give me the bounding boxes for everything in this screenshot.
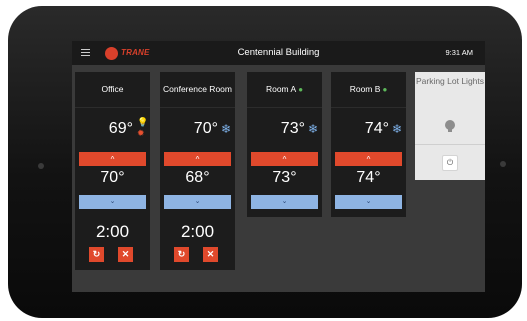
chevron-up-icon: ^ xyxy=(110,155,115,164)
room-name: Room A ● xyxy=(247,72,322,108)
chevron-down-icon: ⌄ xyxy=(194,198,201,205)
cancel-timer-button[interactable]: ✕ xyxy=(203,247,218,262)
chevron-down-icon: ⌄ xyxy=(109,198,116,205)
chevron-up-icon: ^ xyxy=(282,155,287,164)
side-sensor xyxy=(500,161,506,167)
current-temp: 69° 💡 ✹ xyxy=(75,108,150,148)
increase-setpoint-button[interactable]: ^ xyxy=(335,152,402,166)
current-temp-value: 70° xyxy=(193,120,218,137)
decrease-setpoint-button[interactable]: ⌄ xyxy=(79,195,146,209)
chevron-down-icon: ⌄ xyxy=(365,198,372,205)
top-bar: TRANE Centennial Building 9:31 AM xyxy=(72,41,485,65)
setpoint-value: 70° xyxy=(100,169,125,186)
power-icon: ⏻ xyxy=(446,158,454,167)
room-card-office: Office 69° 💡 ✹ ^ 70° ⌄ 2:00 ↻ ✕ xyxy=(75,72,150,270)
lightbulb-icon xyxy=(445,120,455,132)
parking-lot-lights-label: Parking Lot Lights xyxy=(415,76,485,86)
sun-heat-icon: ✹ xyxy=(137,128,145,138)
increase-setpoint-button[interactable]: ^ xyxy=(79,152,146,166)
app-screen: TRANE Centennial Building 9:31 AM Office… xyxy=(72,41,485,292)
current-temp-value: 74° xyxy=(364,120,389,137)
chevron-up-icon: ^ xyxy=(366,155,371,164)
building-title: Centennial Building xyxy=(237,47,320,58)
decrease-setpoint-button[interactable]: ⌄ xyxy=(164,195,231,209)
setpoint-value: 73° xyxy=(272,169,297,186)
refresh-icon: ↻ xyxy=(92,249,101,259)
setpoint-value: 74° xyxy=(356,169,381,186)
current-temp-value: 73° xyxy=(280,120,305,137)
room-name: Office xyxy=(75,72,150,108)
current-temp-value: 69° xyxy=(108,120,133,137)
front-camera xyxy=(38,163,44,169)
snowflake-icon: ❄ xyxy=(221,122,232,136)
snowflake-icon: ❄ xyxy=(308,122,319,136)
lightbulb-icon: 💡 xyxy=(137,117,149,127)
chevron-down-icon: ⌄ xyxy=(281,198,288,205)
clock: 9:31 AM xyxy=(445,48,473,57)
leaf-icon: ● xyxy=(298,85,304,94)
chevron-up-icon: ^ xyxy=(195,155,200,164)
leaf-icon: ● xyxy=(382,85,388,94)
refresh-icon: ↻ xyxy=(177,249,186,259)
divider xyxy=(415,144,485,145)
power-button[interactable]: ⏻ xyxy=(442,155,458,171)
decrease-setpoint-button[interactable]: ⌄ xyxy=(335,195,402,209)
restart-timer-button[interactable]: ↻ xyxy=(174,247,189,262)
decrease-setpoint-button[interactable]: ⌄ xyxy=(251,195,318,209)
close-icon: ✕ xyxy=(206,249,215,259)
close-icon: ✕ xyxy=(121,249,130,259)
increase-setpoint-button[interactable]: ^ xyxy=(164,152,231,166)
room-card-room-b: Room B ● 74° ❄ ^ 74° ⌄ xyxy=(331,72,406,217)
parking-lot-lights-card: Parking Lot Lights ⏻ xyxy=(415,72,485,180)
cancel-timer-button[interactable]: ✕ xyxy=(118,247,133,262)
setpoint-value: 68° xyxy=(185,169,210,186)
room-card-room-a: Room A ● 73° ❄ ^ 73° ⌄ xyxy=(247,72,322,217)
current-temp: 74° ❄ xyxy=(331,108,406,148)
snowflake-icon: ❄ xyxy=(392,122,403,136)
restart-timer-button[interactable]: ↻ xyxy=(89,247,104,262)
room-name: Conference Room xyxy=(160,72,235,108)
override-timer: 2:00 xyxy=(180,222,215,241)
current-temp: 70° ❄ xyxy=(160,108,235,148)
room-name: Room B ● xyxy=(331,72,406,108)
current-temp: 73° ❄ xyxy=(247,108,322,148)
override-timer: 2:00 xyxy=(95,222,130,241)
room-card-conference-room: Conference Room 70° ❄ ^ 68° ⌄ 2:00 ↻ ✕ xyxy=(160,72,235,270)
increase-setpoint-button[interactable]: ^ xyxy=(251,152,318,166)
